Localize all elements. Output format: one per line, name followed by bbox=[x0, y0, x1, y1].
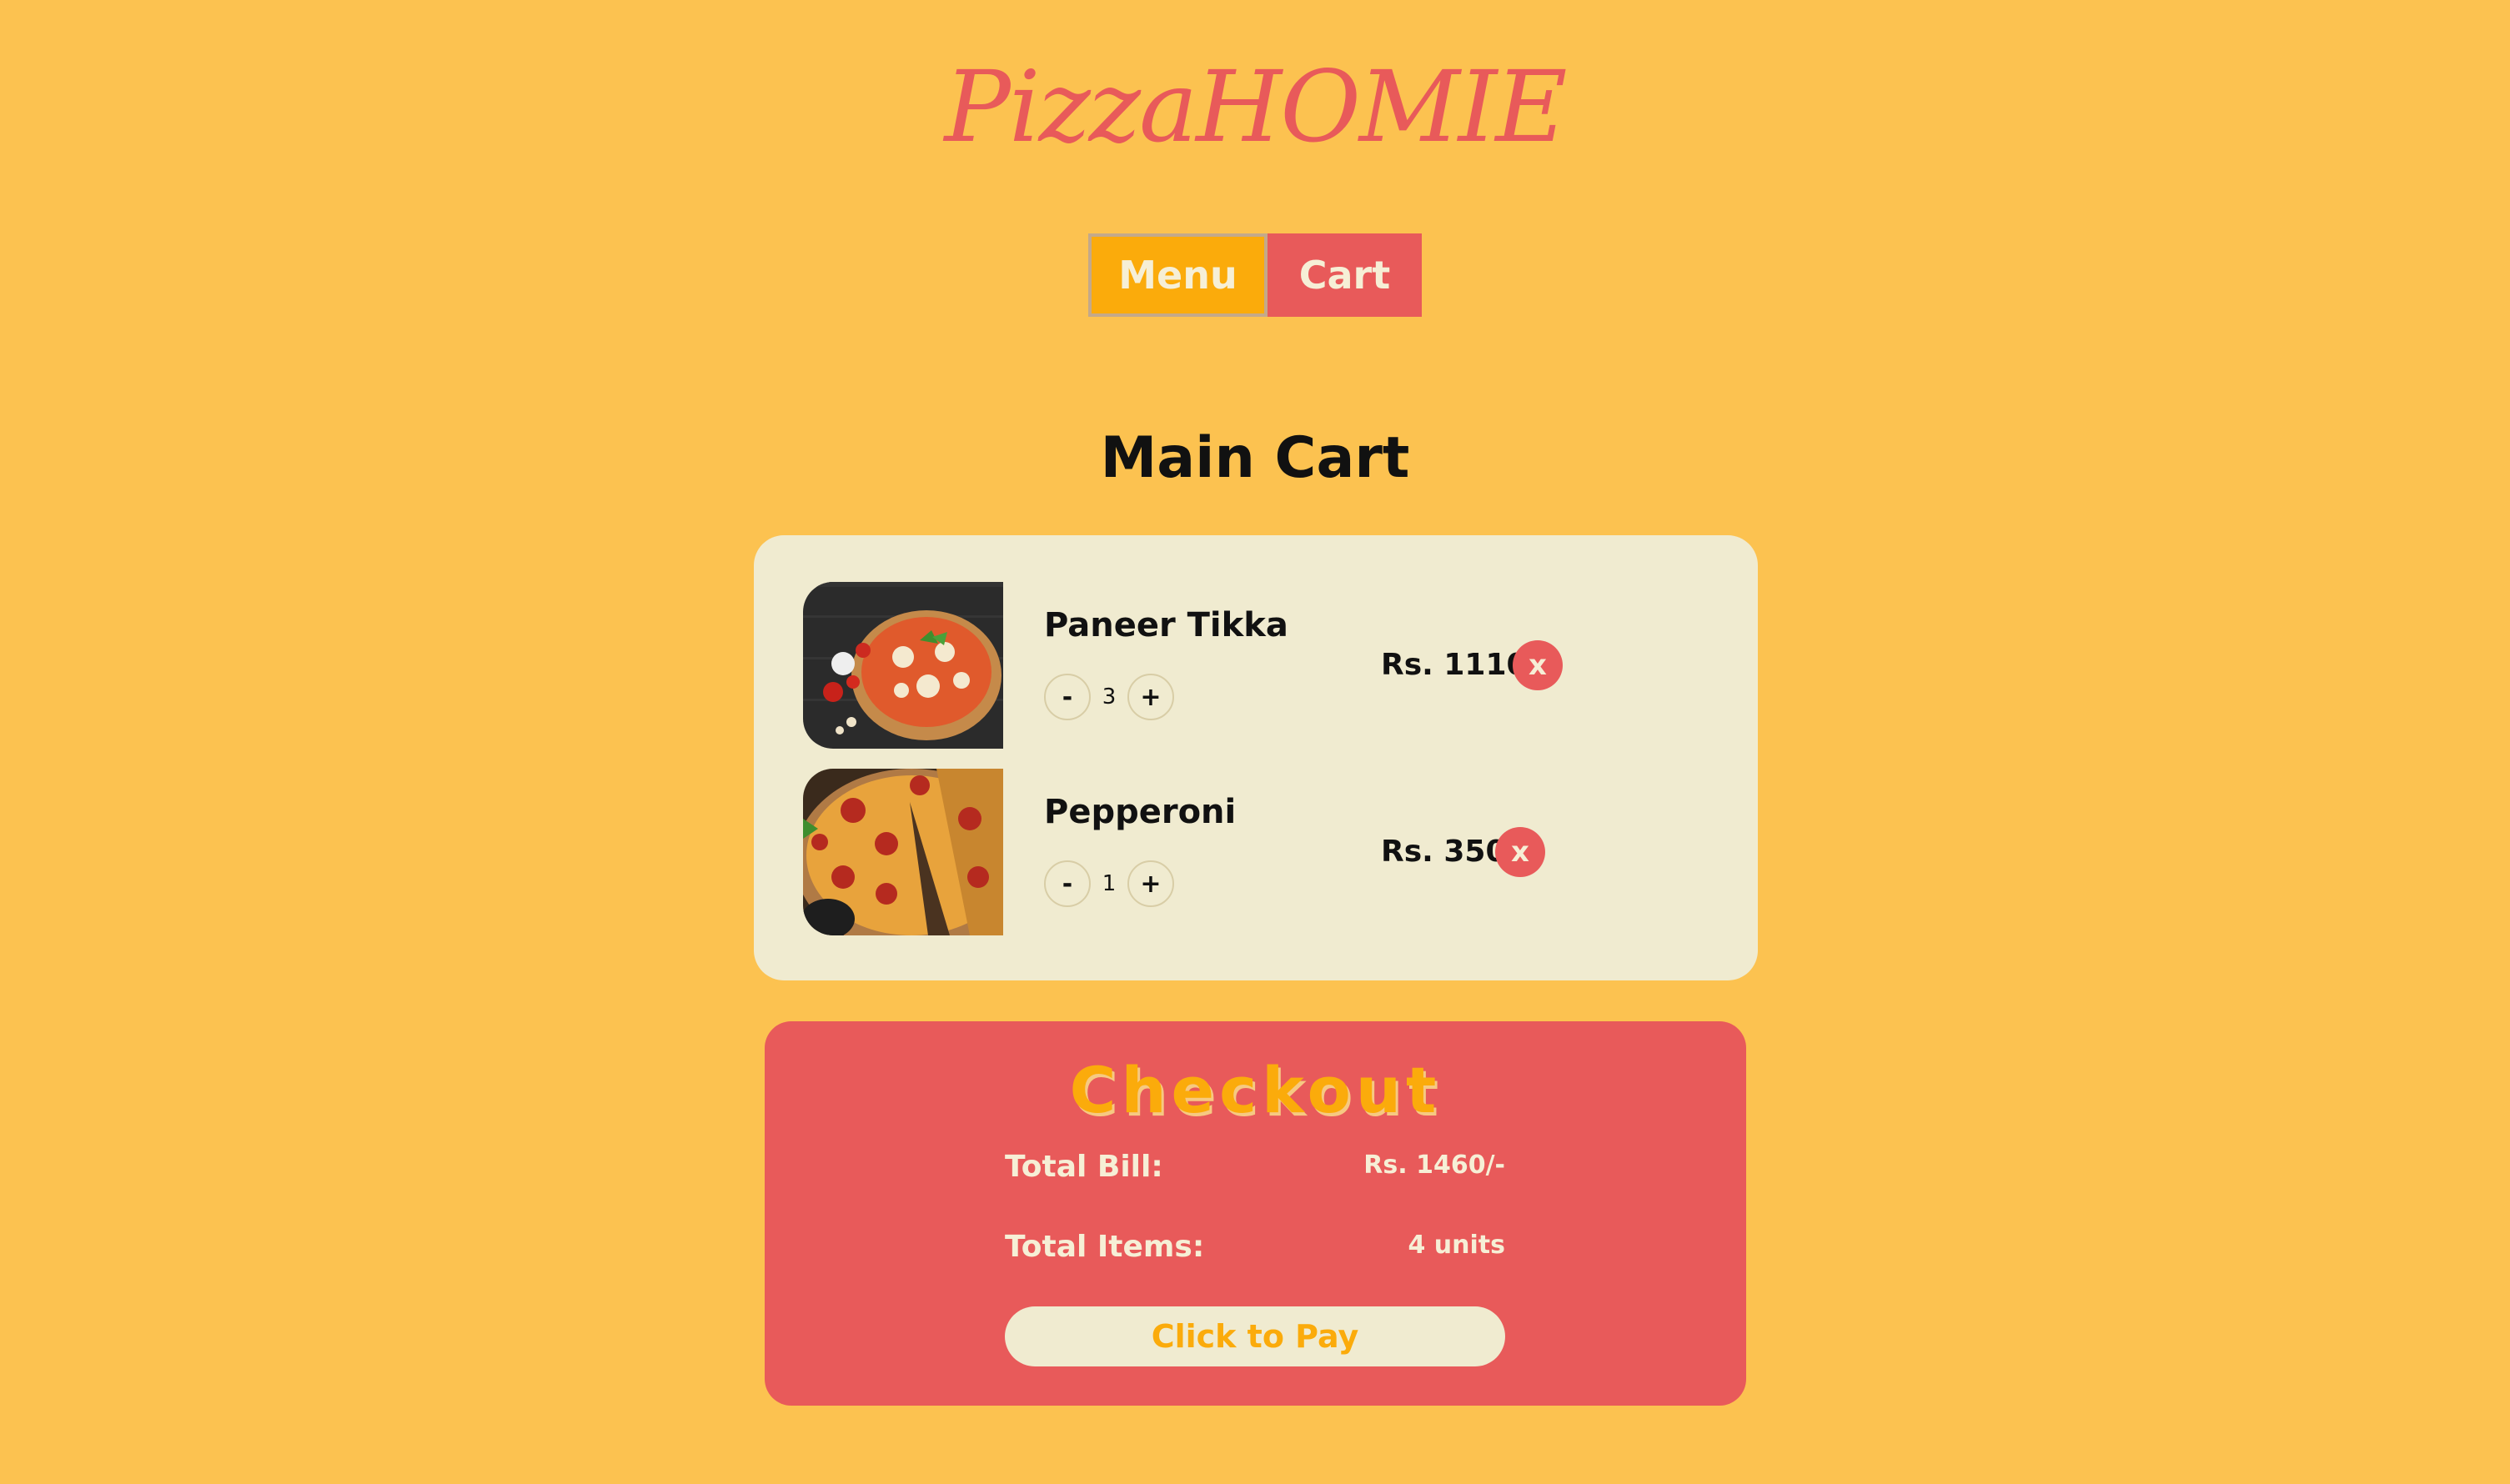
total-items-value: 4 units bbox=[1408, 1231, 1505, 1260]
page-title: Main Cart bbox=[1100, 425, 1410, 491]
decrement-button[interactable]: - bbox=[1044, 674, 1091, 720]
total-bill-row: Total Bill: Rs. 1460/- bbox=[1005, 1146, 1505, 1188]
cart-list: Paneer Tikka - 3 + Rs. 1110 x Pepperoni … bbox=[754, 535, 1758, 980]
item-price: Rs. 350 bbox=[1381, 835, 1507, 869]
pay-button[interactable]: Click to Pay bbox=[1005, 1306, 1505, 1366]
total-items-label: Total Items: bbox=[1005, 1230, 1205, 1264]
total-items-row: Total Items: 4 units bbox=[1005, 1226, 1505, 1268]
increment-button[interactable]: + bbox=[1127, 674, 1174, 720]
nav-cart-button[interactable]: Cart bbox=[1268, 233, 1422, 317]
pizza-image bbox=[803, 769, 1003, 935]
item-name: Pepperoni bbox=[1044, 793, 1237, 831]
quantity-stepper: - 1 + bbox=[1044, 859, 1174, 909]
item-price: Rs. 1110 bbox=[1381, 648, 1528, 682]
total-bill-label: Total Bill: bbox=[1005, 1150, 1163, 1184]
remove-item-button[interactable]: x bbox=[1495, 827, 1545, 877]
checkout-title: Checkout bbox=[1069, 1053, 1442, 1127]
cart-item: Paneer Tikka - 3 + Rs. 1110 x bbox=[803, 582, 1720, 749]
brand-logo: PizzaHOMIE bbox=[944, 49, 1567, 164]
cart-item: Pepperoni - 1 + Rs. 350 x bbox=[803, 769, 1720, 935]
nav-menu-button[interactable]: Menu bbox=[1088, 233, 1268, 317]
item-name: Paneer Tikka bbox=[1044, 606, 1288, 644]
quantity-stepper: - 3 + bbox=[1044, 672, 1174, 722]
total-bill-value: Rs. 1460/- bbox=[1363, 1151, 1505, 1180]
quantity-value: 3 bbox=[1102, 684, 1117, 709]
quantity-value: 1 bbox=[1102, 871, 1117, 896]
checkout-panel: Checkout Total Bill: Rs. 1460/- Total It… bbox=[765, 1021, 1746, 1406]
main-nav: Menu Cart bbox=[1088, 233, 1422, 317]
decrement-button[interactable]: - bbox=[1044, 860, 1091, 907]
pizza-image bbox=[803, 582, 1003, 749]
increment-button[interactable]: + bbox=[1127, 860, 1174, 907]
remove-item-button[interactable]: x bbox=[1513, 640, 1563, 690]
